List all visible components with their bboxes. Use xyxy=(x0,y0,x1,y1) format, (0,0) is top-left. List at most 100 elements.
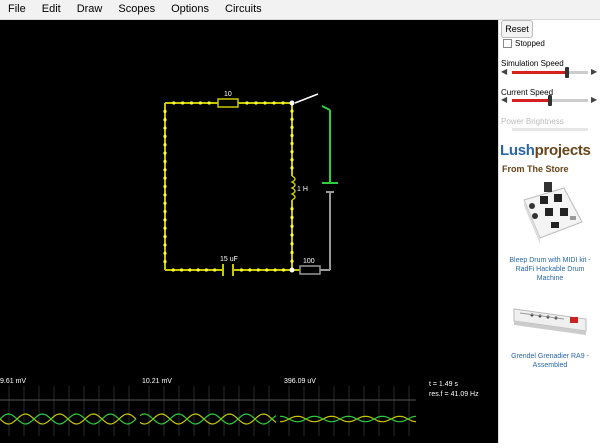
junction-dot xyxy=(289,267,295,273)
resistor-10[interactable]: 10 xyxy=(217,91,239,108)
product-2-image[interactable] xyxy=(510,295,590,349)
capacitor-label: 15 uF xyxy=(220,256,238,263)
stopped-label: Stopped xyxy=(515,39,545,48)
capacitor[interactable]: 15 uF xyxy=(220,256,238,276)
current-dot xyxy=(290,125,294,129)
scope-readout-1: 9.61 mV xyxy=(0,378,26,385)
product-2-title[interactable]: Grendel Grenadier RA9 - Assembled xyxy=(502,352,598,370)
menu-draw[interactable]: Draw xyxy=(69,0,111,19)
current-dot xyxy=(163,251,167,255)
switch[interactable] xyxy=(289,93,331,111)
menu-options[interactable]: Options xyxy=(163,0,217,19)
menu-file[interactable]: File xyxy=(0,0,34,19)
current-dot xyxy=(188,268,192,272)
current-dot xyxy=(207,101,211,105)
current-dot xyxy=(290,117,294,121)
current-speed-thumb[interactable] xyxy=(548,95,552,106)
simulation-speed-label: Simulation Speed xyxy=(501,59,564,68)
circuit-canvas[interactable]: 10 1 H 15 uF 100 9.61 mV 10.21 mV 396.09… xyxy=(0,20,498,443)
current-dot xyxy=(254,101,258,105)
current-dot xyxy=(273,268,277,272)
current-dot xyxy=(163,193,167,197)
resistor-100[interactable]: 100 xyxy=(299,258,321,275)
simulation-speed-thumb[interactable] xyxy=(564,67,569,78)
current-dot xyxy=(171,268,175,272)
current-dot xyxy=(181,101,185,105)
current-dot xyxy=(163,168,167,172)
inductor[interactable]: 1 H xyxy=(290,175,308,201)
power-brightness-slider xyxy=(512,128,588,131)
current-speed-right-arrow[interactable]: ▶ xyxy=(591,96,597,104)
menu-scopes[interactable]: Scopes xyxy=(110,0,163,19)
current-dot xyxy=(179,268,184,272)
current-speed-slider[interactable] xyxy=(512,95,588,106)
current-dot xyxy=(265,268,269,272)
current-dot xyxy=(290,207,294,211)
current-dot xyxy=(163,209,167,214)
current-dot xyxy=(290,109,294,113)
current-dot xyxy=(290,215,294,220)
current-dot xyxy=(163,260,167,264)
stopped-checkbox[interactable] xyxy=(503,39,512,48)
store-heading: From The Store xyxy=(502,164,569,174)
current-dot xyxy=(163,243,167,247)
current-dot xyxy=(163,118,167,122)
current-dot xyxy=(163,134,167,138)
lushprojects-logo[interactable]: Lushprojects xyxy=(500,142,591,159)
menu-bar: File Edit Draw Scopes Options Circuits xyxy=(0,0,600,20)
current-dot xyxy=(272,101,276,105)
brand-projects: projects xyxy=(534,142,591,159)
current-dot xyxy=(290,250,294,255)
current-dot xyxy=(263,101,267,105)
brand-lush: Lush xyxy=(500,142,535,159)
current-dot xyxy=(163,184,167,189)
reset-button[interactable]: Reset xyxy=(501,20,533,38)
current-dot xyxy=(290,224,294,228)
current-dot xyxy=(163,218,167,222)
current-dot xyxy=(281,268,286,272)
simulation-speed-slider[interactable] xyxy=(512,67,588,78)
current-dot xyxy=(290,150,294,154)
sim-time: t = 1.49 s xyxy=(429,381,458,388)
resonance-frequency: res.f = 41.09 Hz xyxy=(429,391,479,398)
menu-circuits[interactable]: Circuits xyxy=(217,0,270,19)
sim-speed-right-arrow[interactable]: ▶ xyxy=(591,68,597,76)
current-dot xyxy=(163,143,167,147)
current-dot xyxy=(290,133,294,138)
current-dot xyxy=(245,101,249,105)
battery[interactable] xyxy=(322,182,338,193)
current-dot xyxy=(290,141,294,146)
scope-readout-2: 10.21 mV xyxy=(142,378,172,385)
current-dot xyxy=(189,101,194,105)
current-dot xyxy=(213,268,217,272)
current-dot xyxy=(163,176,167,180)
product-1-title[interactable]: Bleep Drum with MIDI kit - RadFi Hackabl… xyxy=(502,256,598,283)
current-dot xyxy=(248,268,252,272)
scope-readout-3: 396.09 uV xyxy=(284,378,316,385)
scope-area[interactable]: 9.61 mV 10.21 mV 396.09 uV t = 1.49 s re… xyxy=(0,366,479,443)
menu-edit[interactable]: Edit xyxy=(34,0,69,19)
circuit-svg[interactable]: 10 1 H 15 uF 100 9.61 mV 10.21 mV 396.09… xyxy=(0,20,498,443)
current-dot xyxy=(290,242,294,246)
sim-speed-left-arrow[interactable]: ◀ xyxy=(501,68,507,76)
sidebar: Reset Stopped Simulation Speed ◀ ▶ Curre… xyxy=(498,20,600,443)
current-dot xyxy=(172,101,176,105)
current-dot xyxy=(163,159,167,164)
resistor-10-label: 10 xyxy=(224,91,232,98)
current-dot xyxy=(196,268,200,272)
current-dot xyxy=(163,126,167,130)
resistor-100-label: 100 xyxy=(303,258,315,265)
current-dot xyxy=(198,101,202,105)
current-dots xyxy=(163,101,294,272)
inductor-label: 1 H xyxy=(297,186,308,193)
stopped-row[interactable]: Stopped xyxy=(503,39,545,48)
product-1-image[interactable] xyxy=(510,178,590,252)
current-speed-left-arrow[interactable]: ◀ xyxy=(501,96,507,104)
current-dot xyxy=(204,268,209,272)
current-dot xyxy=(290,233,294,237)
current-dot xyxy=(281,101,285,105)
current-dot xyxy=(290,259,294,263)
current-dot xyxy=(163,109,167,113)
current-dot xyxy=(163,226,167,230)
current-dot xyxy=(290,158,294,162)
